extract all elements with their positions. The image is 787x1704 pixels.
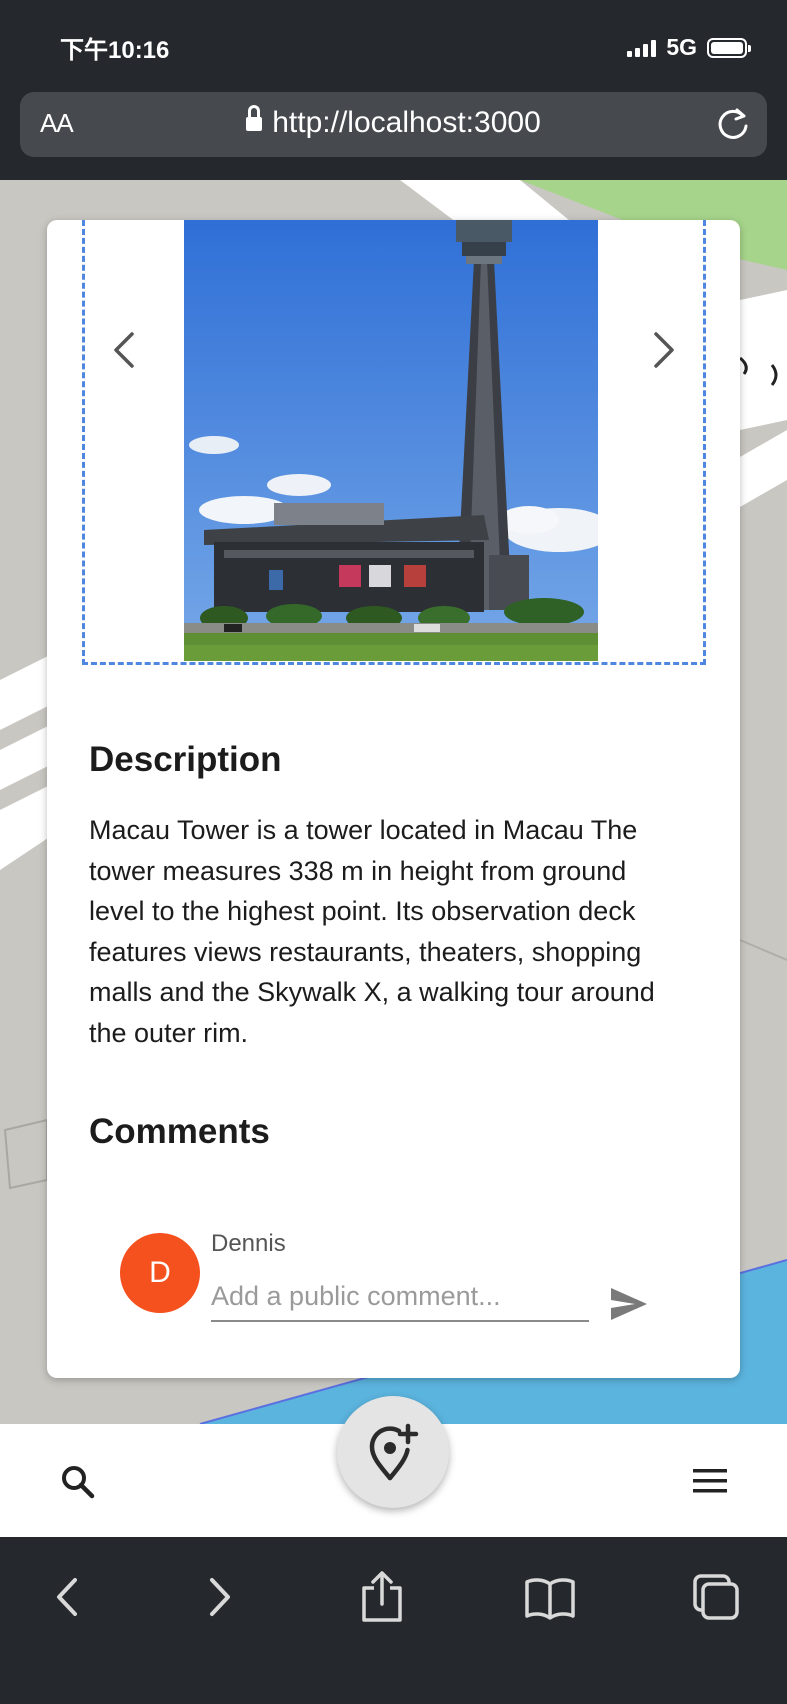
add-location-button[interactable] — [337, 1396, 449, 1508]
network-label: 5G — [666, 34, 697, 60]
chevron-right-icon[interactable] — [638, 320, 688, 380]
comment-user-name: Dennis — [211, 1230, 286, 1257]
menu-icon[interactable] — [691, 1466, 729, 1496]
image-carousel[interactable] — [82, 220, 706, 665]
place-info-card: Description Macau Tower is a tower locat… — [47, 220, 740, 1378]
signal-icon — [627, 39, 657, 57]
tabs-icon — [693, 1574, 739, 1620]
lock-icon — [246, 105, 263, 133]
comments-heading: Comments — [89, 1112, 270, 1151]
back-button[interactable] — [37, 1567, 97, 1627]
battery-icon — [707, 37, 751, 58]
reload-icon[interactable] — [713, 104, 753, 144]
tower-photo-illustration — [184, 220, 598, 661]
address-bar[interactable]: AA http://localhost:3000 — [20, 92, 767, 157]
forward-icon — [210, 1578, 230, 1616]
status-time: 下午10:16 — [60, 37, 170, 64]
browser-top-chrome: 下午10:16 5G AA http://localhost:3000 — [0, 0, 787, 180]
tabs-button[interactable] — [686, 1567, 746, 1627]
search-icon[interactable] — [58, 1462, 98, 1502]
share-button[interactable] — [352, 1567, 412, 1627]
description-heading: Description — [89, 740, 282, 779]
status-indicators: 5G — [627, 34, 751, 61]
chevron-left-icon[interactable] — [100, 320, 150, 380]
back-icon — [57, 1578, 77, 1616]
forward-button[interactable] — [190, 1567, 250, 1627]
bookmarks-icon — [525, 1578, 575, 1620]
avatar: D — [120, 1233, 200, 1313]
place-photo[interactable] — [184, 220, 598, 661]
description-text: Macau Tower is a tower located in Macau … — [89, 815, 655, 1048]
bookmarks-button[interactable] — [520, 1567, 580, 1627]
send-icon[interactable] — [607, 1284, 651, 1324]
url-text[interactable]: http://localhost:3000 — [272, 106, 541, 139]
add-location-icon — [369, 1423, 419, 1481]
comment-input[interactable] — [211, 1272, 589, 1322]
share-icon — [362, 1571, 402, 1622]
browser-bottom-toolbar — [0, 1537, 787, 1704]
